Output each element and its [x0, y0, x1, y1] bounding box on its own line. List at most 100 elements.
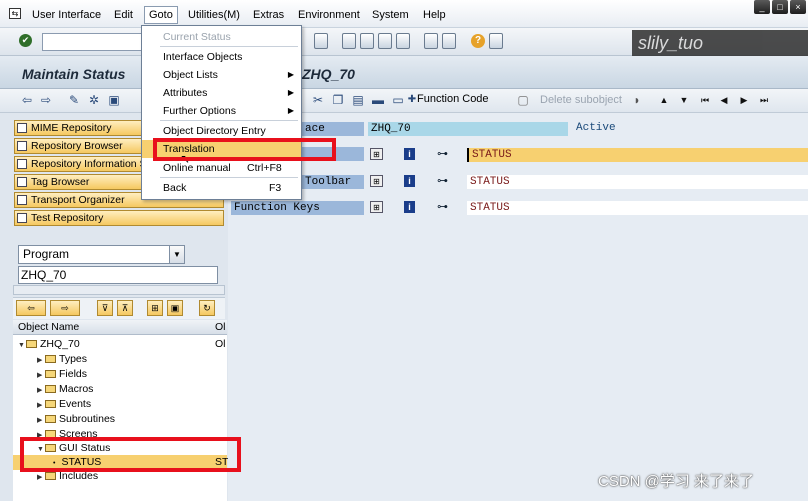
copy-icon[interactable]: ❐ [331, 93, 345, 107]
tree-forward-icon[interactable]: ⇨ [50, 300, 80, 316]
move-down-icon[interactable]: ▼ [677, 93, 691, 107]
activate-icon[interactable]: ▣ [107, 93, 121, 107]
menu-goto[interactable]: Goto [144, 6, 178, 24]
menu-edit[interactable]: Edit [114, 9, 133, 21]
menu-environment[interactable]: Environment [298, 9, 360, 21]
tree-root[interactable]: ▼ ZHQ_70 Ol [13, 337, 227, 352]
command-field[interactable] [42, 33, 142, 51]
enter-icon[interactable]: ✔ [19, 34, 32, 47]
next-icon[interactable]: ▶ [737, 93, 751, 107]
toolbar-row-label: Toolbar [302, 175, 364, 189]
interface-value: ZHQ_70 [368, 122, 568, 136]
menu-item-label: Attributes [163, 87, 208, 99]
help-icon[interactable]: ? [471, 34, 485, 48]
menu-item-online-manual[interactable]: Online manual Ctrl+F8 [142, 159, 301, 177]
paste-icon[interactable]: ▤ [351, 93, 365, 107]
object-name-input[interactable]: ZHQ_70 [18, 266, 218, 284]
info-icon[interactable]: i [404, 148, 415, 160]
move-up-icon[interactable]: ▲ [657, 93, 671, 107]
expand-icon[interactable]: ⊼ [117, 300, 133, 316]
menu-item-interface-objects[interactable]: Interface Objects [142, 48, 301, 66]
tree-item-label: Types [59, 353, 88, 365]
customize-layout-icon[interactable] [489, 33, 503, 49]
function-code-button[interactable]: Function Code [417, 93, 489, 105]
nav-label: Tag Browser [31, 176, 90, 188]
subobject-icon[interactable]: ▢ [516, 93, 530, 107]
check-icon[interactable]: ✲ [87, 93, 101, 107]
insert-icon[interactable]: ▬ [371, 93, 385, 107]
menu-item-object-lists[interactable]: Object Lists ▶ [142, 66, 301, 84]
tree-item-subroutines[interactable]: ▶ Subroutines [13, 412, 227, 427]
test-icon [17, 213, 27, 223]
folder-icon [45, 385, 56, 394]
car-icon[interactable]: ◗ [630, 93, 644, 107]
display-object-icon[interactable]: ▣ [167, 300, 183, 316]
info-icon[interactable]: i [404, 175, 415, 187]
refresh-icon[interactable]: ↻ [199, 300, 215, 316]
info-icon[interactable]: i [404, 201, 415, 213]
menu-item-current-status[interactable]: Current Status [142, 28, 301, 46]
caret-right-icon: ▶ [37, 372, 43, 379]
object-type-select[interactable]: Program [18, 245, 185, 264]
shortcut-icon[interactable] [442, 33, 456, 49]
menu-item-shortcut: Ctrl+F8 [247, 162, 282, 174]
menu-item-attributes[interactable]: Attributes ▶ [142, 84, 301, 102]
sap-menu-icon[interactable]: ⇆ [9, 8, 21, 19]
toolbar-row-value[interactable]: STATUS [467, 175, 808, 189]
delete-subobject-button[interactable]: Delete subobject [540, 94, 622, 106]
minimize-icon[interactable]: _ [754, 0, 770, 14]
translation-highlight-box [153, 138, 336, 161]
first-page-icon[interactable] [378, 33, 392, 49]
function-keys-row-value[interactable]: STATUS [467, 201, 808, 215]
menu-utilities[interactable]: Utilities(M) [188, 9, 240, 21]
close-icon[interactable]: × [790, 0, 806, 14]
maximize-icon[interactable]: □ [772, 0, 788, 14]
forward-arrow-icon[interactable]: ⇨ [39, 93, 53, 107]
create-session-icon[interactable] [424, 33, 438, 49]
edit-pencil-icon[interactable]: ✎ [67, 93, 81, 107]
tree-item-label: Subroutines [59, 413, 116, 425]
first-icon[interactable]: ⏮ [698, 93, 712, 107]
find-next-icon[interactable] [360, 33, 374, 49]
hierarchy-icon[interactable]: ⊶ [437, 148, 449, 160]
toolbar-row-icon[interactable]: ⊞ [370, 175, 383, 187]
test-repository-button[interactable]: Test Repository [14, 210, 224, 226]
hierarchy-icon[interactable]: ⊶ [437, 201, 449, 213]
menu-bar-row-icon[interactable]: ⊞ [370, 148, 383, 160]
menu-user-interface[interactable]: User Interface [32, 9, 101, 21]
menu-item-label: Back [163, 182, 187, 194]
menu-item-back[interactable]: Back F3 [142, 179, 301, 197]
menu-help[interactable]: Help [423, 9, 446, 21]
chevron-down-icon[interactable]: ▼ [169, 246, 184, 263]
folder-icon [45, 415, 56, 424]
collapse-icon[interactable]: ⊽ [97, 300, 113, 316]
page-title: Maintain Status [22, 66, 126, 82]
menu-item-shortcut: F3 [269, 182, 282, 194]
last-page-icon[interactable] [396, 33, 410, 49]
delete-icon[interactable]: ▭ [391, 93, 405, 107]
menu-system[interactable]: System [372, 9, 409, 21]
cut-icon[interactable]: ✂ [311, 93, 325, 107]
nav-label: Test Repository [31, 212, 104, 224]
back-arrow-icon[interactable]: ⇦ [20, 93, 34, 107]
tree-item-macros[interactable]: ▶ Macros [13, 382, 227, 397]
tree-item-events[interactable]: ▶ Events [13, 397, 227, 412]
menu-item-further-options[interactable]: Further Options ▶ [142, 102, 301, 120]
menu-bar-row-value[interactable]: STATUS [467, 148, 808, 162]
last-icon[interactable]: ⏭ [757, 93, 771, 107]
menu-item-label: Online manual [163, 162, 231, 174]
menu-separator [160, 120, 298, 121]
menu-separator [160, 46, 298, 47]
tree-item-fields[interactable]: ▶ Fields [13, 367, 227, 382]
tree-back-icon[interactable]: ⇦ [16, 300, 46, 316]
tree-item-types[interactable]: ▶ Types [13, 352, 227, 367]
hierarchy-icon[interactable]: ⊞ [147, 300, 163, 316]
hierarchy-icon[interactable]: ⊶ [437, 175, 449, 187]
find-icon[interactable] [342, 33, 356, 49]
function-keys-row-icon[interactable]: ⊞ [370, 201, 383, 213]
horizontal-scrollbar[interactable] [13, 285, 225, 295]
previous-icon[interactable]: ◀ [717, 93, 731, 107]
tree-item-label: Macros [59, 383, 94, 395]
menu-extras[interactable]: Extras [253, 9, 284, 21]
print-icon[interactable] [314, 33, 328, 49]
